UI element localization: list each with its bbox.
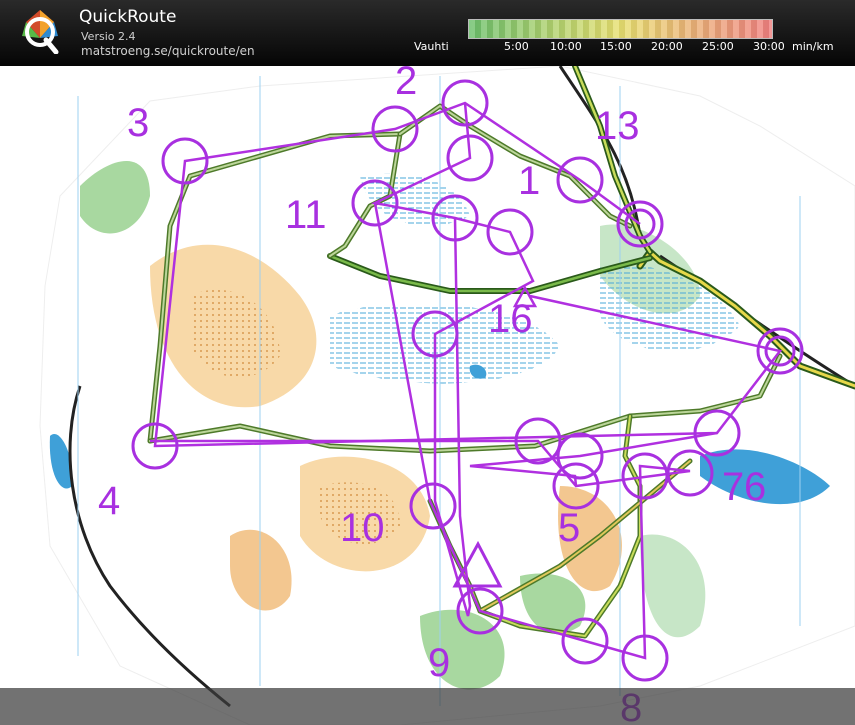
control-label: 16 bbox=[488, 297, 533, 341]
pace-tick: 5:00 bbox=[504, 40, 529, 53]
pace-tick: 20:00 bbox=[651, 40, 683, 53]
app-title: QuickRoute bbox=[79, 7, 177, 27]
pace-tick: 10:00 bbox=[550, 40, 582, 53]
pace-color-scale bbox=[468, 19, 773, 39]
pace-unit: min/km bbox=[792, 40, 834, 53]
orienteering-map[interactable]: 2 3 13 1 11 16 4 7 6 10 5 9 8 bbox=[0, 66, 855, 725]
pace-tick: 30:00 bbox=[753, 40, 785, 53]
control-label: 9 bbox=[428, 641, 450, 685]
control-label: 13 bbox=[595, 104, 640, 148]
pace-tick: 15:00 bbox=[600, 40, 632, 53]
bottom-overlay-bar bbox=[0, 688, 855, 725]
control-label: 5 bbox=[558, 506, 580, 550]
app-header: QuickRoute Versio 2.4 matstroeng.se/quic… bbox=[0, 0, 855, 66]
control-label: 10 bbox=[340, 506, 385, 550]
control-label: 6 bbox=[744, 465, 766, 509]
control-label: 1 bbox=[518, 159, 540, 203]
control-label: 3 bbox=[127, 101, 149, 145]
app-url: matstroeng.se/quickroute/en bbox=[81, 44, 255, 58]
control-label: 7 bbox=[722, 465, 744, 509]
app-version: Versio 2.4 bbox=[81, 30, 136, 43]
pace-tick: 25:00 bbox=[702, 40, 734, 53]
control-label: 11 bbox=[285, 193, 327, 237]
quickroute-logo-icon bbox=[22, 10, 59, 54]
control-label: 2 bbox=[395, 66, 417, 103]
control-label: 4 bbox=[98, 479, 120, 523]
pace-ticks: 5:00 10:00 15:00 20:00 25:00 30:00 min/k… bbox=[440, 40, 855, 54]
